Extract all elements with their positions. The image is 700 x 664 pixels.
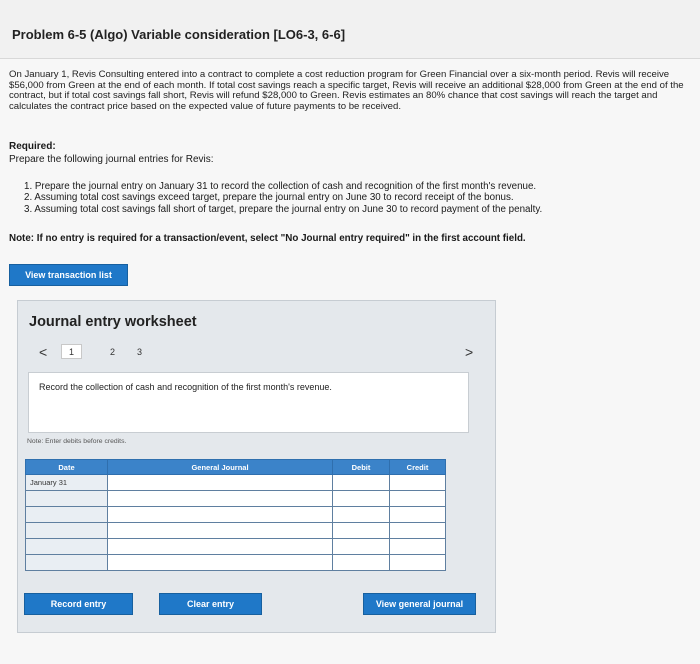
table-row: [25, 538, 446, 555]
page-3-tab[interactable]: 3: [137, 347, 142, 357]
date-cell: [25, 538, 108, 555]
journal-entry-worksheet: Journal entry worksheet < 1 2 3 > Record…: [17, 300, 496, 633]
debit-cell[interactable]: [332, 506, 390, 523]
requirement-item: 2. Assuming total cost savings exceed ta…: [24, 192, 514, 204]
no-entry-note: Note: If no entry is required for a tran…: [9, 233, 526, 244]
view-transaction-list-button[interactable]: View transaction list: [9, 264, 128, 286]
date-column-header: Date: [25, 459, 108, 475]
requirement-item: 1. Prepare the journal entry on January …: [24, 181, 537, 192]
debit-cell[interactable]: [332, 522, 390, 539]
credit-cell[interactable]: [389, 522, 446, 539]
account-cell[interactable]: [107, 490, 333, 507]
instruction-text: Record the collection of cash and recogn…: [39, 382, 332, 392]
page-1-tab[interactable]: 1: [61, 344, 82, 359]
table-row: [25, 522, 446, 539]
worksheet-title: Journal entry worksheet: [29, 314, 197, 330]
account-cell[interactable]: [107, 554, 333, 571]
required-text: Prepare the following journal entries fo…: [9, 154, 214, 165]
table-row: January 31: [25, 474, 446, 491]
date-cell: [25, 522, 108, 539]
debit-cell[interactable]: [332, 490, 390, 507]
table-row: [25, 554, 446, 571]
next-page-arrow-icon[interactable]: >: [465, 344, 473, 360]
account-cell[interactable]: [107, 538, 333, 555]
credit-cell[interactable]: [389, 490, 446, 507]
clear-entry-button[interactable]: Clear entry: [159, 593, 262, 615]
table-row: [25, 506, 446, 523]
credit-cell[interactable]: [389, 554, 446, 571]
debit-cell[interactable]: [332, 474, 390, 491]
date-cell: [25, 554, 108, 571]
record-entry-button[interactable]: Record entry: [24, 593, 133, 615]
account-cell[interactable]: [107, 506, 333, 523]
date-cell: [25, 490, 108, 507]
view-general-journal-button[interactable]: View general journal: [363, 593, 476, 615]
table-row: [25, 490, 446, 507]
date-cell[interactable]: January 31: [25, 474, 108, 491]
header-bar: Problem 6-5 (Algo) Variable consideratio…: [0, 0, 700, 59]
prev-page-arrow-icon[interactable]: <: [39, 344, 47, 360]
requirements-list: 1. Prepare the journal entry on January …: [24, 181, 684, 215]
debit-column-header: Debit: [332, 459, 390, 475]
account-cell[interactable]: [107, 522, 333, 539]
credit-column-header: Credit: [389, 459, 446, 475]
credit-cell[interactable]: [389, 506, 446, 523]
instruction-box: Record the collection of cash and recogn…: [28, 372, 469, 433]
credit-cell[interactable]: [389, 538, 446, 555]
account-cell[interactable]: [107, 474, 333, 491]
worksheet-pager: < 1 2 3 >: [27, 344, 477, 362]
page-2-tab[interactable]: 2: [110, 347, 115, 357]
required-label: Required:: [9, 141, 56, 152]
debits-credits-note: Note: Enter debits before credits.: [27, 438, 127, 445]
credit-cell[interactable]: [389, 474, 446, 491]
journal-table: Date General Journal Debit Credit Januar…: [25, 459, 446, 571]
debit-cell[interactable]: [332, 554, 390, 571]
journal-header-row: Date General Journal Debit Credit: [25, 459, 446, 475]
general-journal-column-header: General Journal: [107, 459, 333, 475]
problem-description: On January 1, Revis Consulting entered i…: [9, 69, 684, 112]
debit-cell[interactable]: [332, 538, 390, 555]
problem-title: Problem 6-5 (Algo) Variable consideratio…: [12, 27, 346, 42]
date-cell: [25, 506, 108, 523]
requirement-item: 3. Assuming total cost savings fall shor…: [24, 203, 543, 215]
